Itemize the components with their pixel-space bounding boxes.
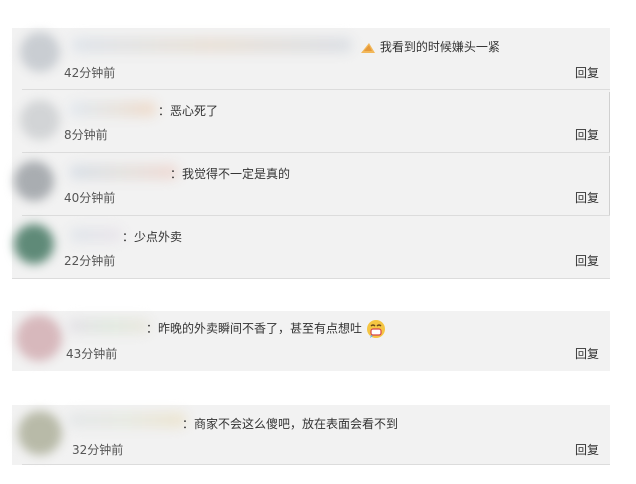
reply-button[interactable]: 回复: [575, 189, 599, 206]
sweat-emoji-icon: [361, 42, 375, 53]
avatar[interactable]: [20, 100, 60, 140]
comment-text: ：少点外卖: [122, 230, 183, 244]
comment-time: 22分钟前: [64, 254, 116, 268]
comment-time: 42分钟前: [64, 66, 116, 80]
comment-text: ：恶心死了: [158, 104, 219, 118]
username-blurred[interactable]: [70, 165, 178, 179]
avatar[interactable]: [18, 411, 62, 455]
comment-panel-1: 我看到的时候嫌头一紧 42分钟前 回复 ：恶心死了 8分钟前 回复 ：我觉得不一…: [12, 28, 610, 279]
reply-button[interactable]: 回复: [575, 441, 599, 458]
comment-text: ：商家不会这么傻吧，放在表面会看不到: [182, 417, 399, 431]
username-blurred[interactable]: [70, 228, 122, 242]
comment-row: ：我觉得不一定是真的 40分钟前 回复: [12, 153, 610, 215]
comment-text: ：昨晚的外卖瞬间不香了，甚至有点想吐: [146, 319, 386, 339]
username-blurred[interactable]: [68, 319, 150, 333]
avatar[interactable]: [20, 32, 60, 72]
reply-button[interactable]: 回复: [575, 252, 599, 269]
username-blurred[interactable]: [72, 38, 352, 52]
avatar[interactable]: [14, 161, 54, 201]
comment-row: ：少点外卖 22分钟前 回复: [12, 216, 610, 278]
nauseated-emoji-icon: [366, 320, 385, 338]
divider: [12, 278, 610, 279]
comment-row: 我看到的时候嫌头一紧 42分钟前 回复: [12, 28, 610, 88]
comment-time: 43分钟前: [66, 347, 118, 361]
reply-button[interactable]: 回复: [575, 126, 599, 143]
comment-text: 我看到的时候嫌头一紧: [360, 38, 500, 55]
comment-panel-2: ：昨晚的外卖瞬间不香了，甚至有点想吐 43分钟前 回复: [12, 311, 610, 371]
comment-row: ：恶心死了 8分钟前 回复: [12, 90, 610, 152]
reply-button[interactable]: 回复: [575, 345, 599, 362]
reply-button[interactable]: 回复: [575, 64, 599, 81]
avatar[interactable]: [14, 224, 54, 264]
comment-time: 40分钟前: [64, 191, 116, 205]
username-blurred[interactable]: [68, 413, 186, 427]
comment-time: 8分钟前: [64, 128, 108, 142]
username-blurred[interactable]: [70, 102, 156, 116]
divider: [22, 464, 610, 465]
comment-panel-3: ：商家不会这么傻吧，放在表面会看不到 32分钟前 回复: [12, 405, 610, 465]
comment-time: 32分钟前: [72, 443, 124, 457]
comment-text: ：我觉得不一定是真的: [170, 167, 291, 181]
avatar[interactable]: [16, 315, 62, 361]
